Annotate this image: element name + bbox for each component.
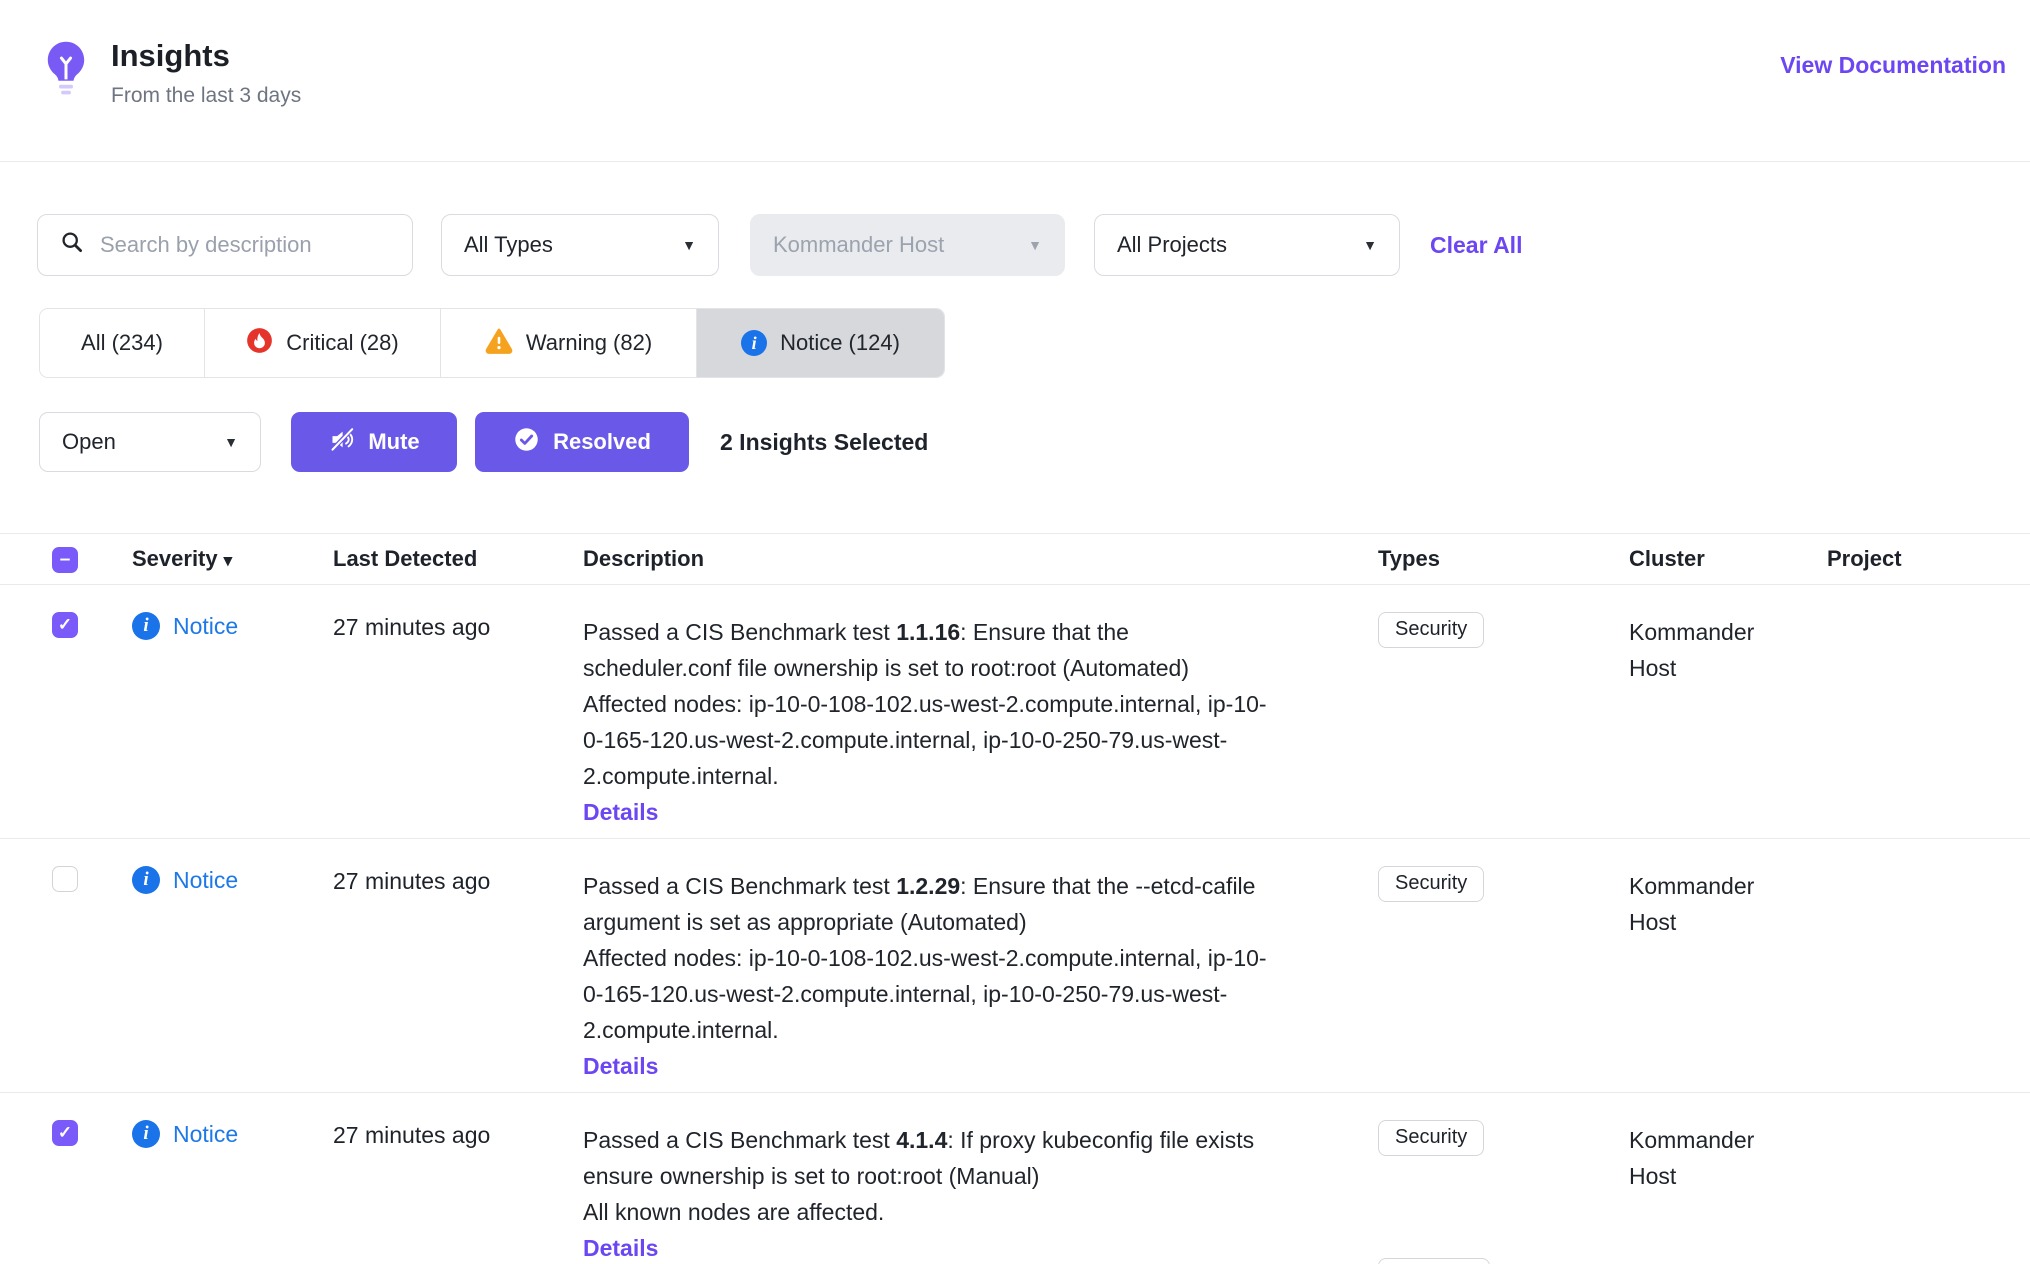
tab-notice-label: Notice (124) xyxy=(780,330,900,356)
notice-icon: i xyxy=(132,1120,160,1148)
description-cell: Passed a CIS Benchmark test 4.1.4: If pr… xyxy=(583,1120,1278,1264)
tab-notice[interactable]: i Notice (124) xyxy=(697,309,944,377)
description-cell: Passed a CIS Benchmark test 1.1.16: Ensu… xyxy=(583,612,1278,830)
mute-button-label: Mute xyxy=(368,429,419,455)
page-title: Insights xyxy=(111,38,301,74)
row-checkbox[interactable] xyxy=(52,1120,78,1146)
lightbulb-icon xyxy=(45,40,87,161)
column-header-project: Project xyxy=(1827,546,2030,572)
tab-critical[interactable]: Critical (28) xyxy=(205,309,441,377)
clear-all-link[interactable]: Clear All xyxy=(1430,232,1522,259)
bulk-actions-bar: Open ▼ Mute Resolved 2 Insights Selected xyxy=(39,412,2030,472)
chevron-down-icon: ▼ xyxy=(1363,237,1377,253)
type-tag: Security xyxy=(1378,866,1484,902)
view-documentation-link[interactable]: View Documentation xyxy=(1780,52,2006,161)
severity-tabs: All (234) Critical (28) Warning (82) i N… xyxy=(39,308,945,378)
project-value xyxy=(1827,1120,2030,1122)
column-header-description: Description xyxy=(583,546,1378,572)
mute-button[interactable]: Mute xyxy=(291,412,457,472)
last-detected-value: 27 minutes ago xyxy=(333,866,583,895)
type-tag: Security xyxy=(1378,1120,1484,1156)
selection-count-text: 2 Insights Selected xyxy=(720,429,928,456)
search-box[interactable] xyxy=(37,214,413,276)
column-header-types: Types xyxy=(1378,546,1629,572)
page-subtitle: From the last 3 days xyxy=(111,84,301,108)
critical-icon xyxy=(246,327,273,360)
last-detected-value: 27 minutes ago xyxy=(333,612,583,641)
cluster-filter-dropdown-disabled: Kommander Host ▼ xyxy=(750,214,1065,276)
table-row: i Notice 27 minutes ago Passed a CIS Ben… xyxy=(0,839,2030,1093)
cluster-value: Kommander Host xyxy=(1629,1120,1794,1194)
column-header-severity[interactable]: Severity▾ xyxy=(132,546,333,572)
warning-icon xyxy=(485,326,513,360)
notice-icon: i xyxy=(132,866,160,894)
insights-table: Severity▾ Last Detected Description Type… xyxy=(0,533,2030,1264)
description-text: Passed a CIS Benchmark test 1.1.16: Ensu… xyxy=(583,614,1278,686)
projects-filter-dropdown[interactable]: All Projects ▼ xyxy=(1094,214,1400,276)
status-filter-value: Open xyxy=(62,429,116,455)
notice-icon: i xyxy=(741,330,767,356)
description-cell: Passed a CIS Benchmark test 1.2.29: Ensu… xyxy=(583,866,1278,1084)
tab-critical-label: Critical (28) xyxy=(286,330,398,356)
cluster-value: Kommander Host xyxy=(1629,866,1794,940)
resolved-button-label: Resolved xyxy=(553,429,651,455)
tab-all-label: All (234) xyxy=(81,330,163,356)
benchmark-test-id: 4.1.4 xyxy=(896,1127,947,1153)
severity-link[interactable]: Notice xyxy=(173,613,238,640)
chevron-down-icon: ▼ xyxy=(682,237,696,253)
tab-warning[interactable]: Warning (82) xyxy=(441,309,697,377)
cluster-filter-value: Kommander Host xyxy=(773,232,944,258)
severity-link[interactable]: Notice xyxy=(173,1121,238,1148)
resolved-button[interactable]: Resolved xyxy=(475,412,689,472)
last-detected-value: 27 minutes ago xyxy=(333,1120,583,1149)
severity-link[interactable]: Notice xyxy=(173,867,238,894)
row-checkbox[interactable] xyxy=(52,866,78,892)
search-input[interactable] xyxy=(100,232,390,258)
tab-warning-label: Warning (82) xyxy=(526,330,652,356)
chevron-down-icon: ▼ xyxy=(224,434,238,450)
column-header-cluster: Cluster xyxy=(1629,546,1827,572)
notice-icon: i xyxy=(132,612,160,640)
sort-desc-icon: ▾ xyxy=(224,551,233,570)
type-tag: Security xyxy=(1378,612,1484,648)
status-filter-dropdown[interactable]: Open ▼ xyxy=(39,412,261,472)
affected-nodes-text: Affected nodes: ip-10-0-108-102.us-west-… xyxy=(583,686,1278,794)
affected-nodes-text: Affected nodes: ip-10-0-108-102.us-west-… xyxy=(583,940,1278,1048)
tab-all[interactable]: All (234) xyxy=(40,309,205,377)
mute-icon xyxy=(328,426,355,459)
type-tag-partial xyxy=(1378,1258,1490,1264)
check-circle-icon xyxy=(513,426,540,459)
description-text: Passed a CIS Benchmark test 4.1.4: If pr… xyxy=(583,1122,1278,1194)
details-link[interactable]: Details xyxy=(583,1230,658,1264)
select-all-checkbox[interactable] xyxy=(52,547,78,573)
table-row: i Notice 27 minutes ago Passed a CIS Ben… xyxy=(0,1093,2030,1264)
benchmark-test-id: 1.1.16 xyxy=(896,619,960,645)
chevron-down-icon: ▼ xyxy=(1028,237,1042,253)
project-value xyxy=(1827,866,2030,868)
types-filter-value: All Types xyxy=(464,232,553,258)
projects-filter-value: All Projects xyxy=(1117,232,1227,258)
table-row: i Notice 27 minutes ago Passed a CIS Ben… xyxy=(0,585,2030,839)
affected-nodes-text: All known nodes are affected. xyxy=(583,1194,1278,1230)
column-header-last-detected: Last Detected xyxy=(333,546,583,572)
filter-bar: All Types ▼ Kommander Host ▼ All Project… xyxy=(37,214,2030,276)
benchmark-test-id: 1.2.29 xyxy=(896,873,960,899)
details-link[interactable]: Details xyxy=(583,794,658,830)
table-header-row: Severity▾ Last Detected Description Type… xyxy=(0,533,2030,585)
search-icon xyxy=(60,230,84,260)
types-filter-dropdown[interactable]: All Types ▼ xyxy=(441,214,719,276)
row-checkbox[interactable] xyxy=(52,612,78,638)
details-link[interactable]: Details xyxy=(583,1048,658,1084)
cluster-value: Kommander Host xyxy=(1629,612,1794,686)
description-text: Passed a CIS Benchmark test 1.2.29: Ensu… xyxy=(583,868,1278,940)
page-header: Insights From the last 3 days View Docum… xyxy=(0,0,2030,162)
project-value xyxy=(1827,612,2030,614)
